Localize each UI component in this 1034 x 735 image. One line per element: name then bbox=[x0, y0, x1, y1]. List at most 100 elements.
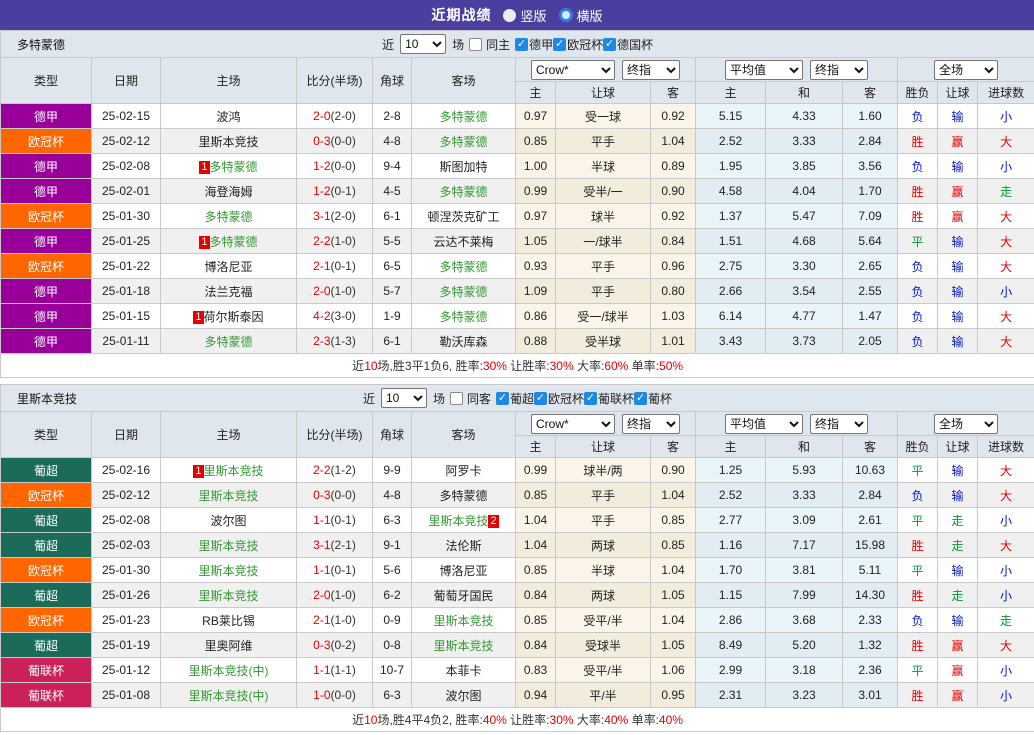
odds-final-select[interactable]: 终指 bbox=[622, 413, 680, 434]
halftime-score: (2-1) bbox=[330, 538, 356, 552]
away-team-cell: 博洛尼亚 bbox=[411, 557, 516, 583]
avg-away: 2.84 bbox=[842, 128, 898, 154]
average-final-select[interactable]: 终指 bbox=[810, 413, 868, 434]
result-winloss: 胜 bbox=[897, 632, 938, 658]
league-filter-checkbox[interactable]: ✓ 葡联杯 bbox=[584, 390, 634, 407]
average-select[interactable]: 平均值 bbox=[725, 59, 803, 80]
league-filter-checkbox[interactable]: ✓ 德国杯 bbox=[603, 36, 653, 53]
odds-home: 0.84 bbox=[515, 632, 556, 658]
fulltime-score: 0-3 bbox=[313, 488, 331, 502]
home-team: 里斯本竞技 bbox=[198, 588, 259, 603]
league-filter-checkbox[interactable]: ✓ 葡超 bbox=[496, 390, 534, 407]
odds-handicap: 受平/半 bbox=[555, 607, 651, 633]
result-handicap: 输 bbox=[937, 607, 978, 633]
same-venue-checkbox[interactable]: 同主 bbox=[469, 36, 510, 53]
avg-away: 7.09 bbox=[842, 203, 898, 229]
col-header-odds-home: 主 bbox=[515, 435, 556, 458]
avg-home: 2.52 bbox=[695, 128, 766, 154]
odds-company-select[interactable]: Crow* bbox=[531, 413, 615, 434]
checkbox-checked-icon: ✓ bbox=[584, 391, 598, 405]
col-header-away: 客场 bbox=[411, 411, 516, 458]
home-rank-badge: 1 bbox=[199, 160, 210, 174]
result-handicap: 赢 bbox=[937, 632, 978, 658]
odds-home: 0.97 bbox=[515, 103, 556, 129]
odds-handicap: 半球 bbox=[555, 557, 651, 583]
corner-score: 4-8 bbox=[372, 128, 412, 154]
avg-home: 1.15 bbox=[695, 582, 766, 608]
scope-select[interactable]: 全场 bbox=[934, 413, 999, 434]
avg-home: 2.66 bbox=[695, 278, 766, 304]
result-goals: 走 bbox=[976, 607, 1034, 633]
col-header-avg-away: 客 bbox=[842, 435, 898, 458]
col-header-type: 类型 bbox=[0, 411, 92, 458]
result-winloss: 平 bbox=[897, 657, 938, 683]
result-handicap: 输 bbox=[937, 457, 978, 483]
corner-score: 6-3 bbox=[372, 507, 412, 533]
checkbox-unchecked-icon bbox=[449, 391, 463, 405]
col-header-avg-home: 主 bbox=[695, 81, 766, 104]
match-count-select[interactable]: 10 bbox=[400, 34, 447, 54]
halftime-score: (0-2) bbox=[330, 638, 356, 652]
odds-away: 0.95 bbox=[650, 682, 696, 708]
corner-score: 5-7 bbox=[372, 278, 412, 304]
avg-home: 2.31 bbox=[695, 682, 766, 708]
odds-home: 0.99 bbox=[515, 178, 556, 204]
corner-score: 9-4 bbox=[372, 153, 412, 179]
result-goals: 小 bbox=[976, 103, 1034, 129]
away-team-cell: 波尔图 bbox=[411, 682, 516, 708]
col-header-handicap: 让球 bbox=[555, 81, 651, 104]
avg-home: 2.99 bbox=[695, 657, 766, 683]
away-team: 勒沃库森 bbox=[439, 334, 488, 349]
odds-away: 0.92 bbox=[650, 103, 696, 129]
score-cell: 1-1(0-1) bbox=[296, 557, 373, 583]
result-winloss: 平 bbox=[897, 457, 938, 483]
avg-home: 2.75 bbox=[695, 253, 766, 279]
corner-score: 5-6 bbox=[372, 557, 412, 583]
league-filter-checkbox[interactable]: ✓ 欧冠杯 bbox=[553, 36, 603, 53]
away-team: 阿罗卡 bbox=[445, 463, 482, 478]
checkbox-checked-icon: ✓ bbox=[515, 37, 529, 51]
odds-away: 0.84 bbox=[650, 228, 696, 254]
home-team: 里斯本竞技 bbox=[203, 463, 264, 478]
average-select[interactable]: 平均值 bbox=[725, 413, 803, 434]
corner-score: 9-9 bbox=[372, 457, 412, 483]
fulltime-score: 2-2 bbox=[313, 234, 331, 248]
layout-radio-vertical[interactable]: 竖版 bbox=[503, 6, 547, 25]
away-team-cell: 斯图加特 bbox=[411, 153, 516, 179]
result-goals: 大 bbox=[976, 128, 1034, 154]
away-team-cell: 法伦斯 bbox=[411, 532, 516, 558]
avg-away: 15.98 bbox=[842, 532, 898, 558]
avg-home: 8.49 bbox=[695, 632, 766, 658]
result-winloss: 负 bbox=[897, 103, 938, 129]
odds-away: 0.85 bbox=[650, 507, 696, 533]
odds-final-select[interactable]: 终指 bbox=[622, 59, 680, 80]
odds-company-select[interactable]: Crow* bbox=[531, 59, 615, 80]
match-row: 欧冠杯 25-01-23 RB莱比锡 2-1(1-0) 0-9 里斯本竞技 0.… bbox=[0, 607, 1034, 633]
avg-away: 2.33 bbox=[842, 607, 898, 633]
avg-away: 5.64 bbox=[842, 228, 898, 254]
league-filter-checkbox[interactable]: ✓ 葡杯 bbox=[634, 390, 672, 407]
result-goals: 小 bbox=[976, 557, 1034, 583]
result-goals: 小 bbox=[976, 278, 1034, 304]
summary-segment: 近 bbox=[352, 359, 365, 373]
league-filter-checkbox[interactable]: ✓ 欧冠杯 bbox=[534, 390, 584, 407]
result-winloss: 负 bbox=[897, 278, 938, 304]
same-venue-checkbox[interactable]: 同客 bbox=[449, 390, 491, 407]
average-group-header: 平均值 终指 bbox=[695, 57, 898, 82]
home-team-cell: RB莱比锡 bbox=[160, 607, 297, 633]
score-cell: 2-2(1-0) bbox=[296, 228, 373, 254]
result-goals: 小 bbox=[976, 657, 1034, 683]
score-cell: 0-3(0-2) bbox=[296, 632, 373, 658]
league-filter-checkbox[interactable]: ✓ 德甲 bbox=[515, 36, 553, 53]
avg-home: 1.37 bbox=[695, 203, 766, 229]
col-header-date: 日期 bbox=[91, 57, 161, 104]
home-team-cell: 里斯本竞技(中) bbox=[160, 657, 297, 683]
average-final-select[interactable]: 终指 bbox=[810, 59, 868, 80]
result-handicap: 赢 bbox=[937, 657, 978, 683]
scope-select[interactable]: 全场 bbox=[934, 59, 999, 80]
layout-radio-horizontal[interactable]: 横版 bbox=[558, 6, 603, 25]
avg-away: 1.70 bbox=[842, 178, 898, 204]
odds-away: 0.90 bbox=[650, 178, 696, 204]
match-count-select[interactable]: 10 bbox=[380, 388, 427, 408]
odds-away: 0.85 bbox=[650, 532, 696, 558]
